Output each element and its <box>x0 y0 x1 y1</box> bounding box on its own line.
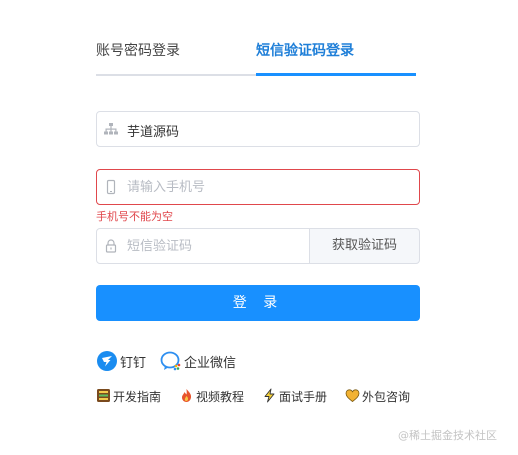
fire-icon <box>179 388 194 407</box>
interview-manual-label: 面试手册 <box>279 390 328 404</box>
book-icon <box>96 388 111 407</box>
dev-guide-label: 开发指南 <box>113 390 162 404</box>
wecom-label: 企业微信 <box>184 356 237 371</box>
phone-input[interactable] <box>127 170 397 204</box>
tab-sms-code[interactable]: 短信验证码登录 <box>256 40 354 60</box>
video-tutorial-label: 视频教程 <box>196 390 245 404</box>
login-tabs: 账号密码登录 短信验证码登录 <box>96 30 416 76</box>
phone-field[interactable] <box>96 169 420 205</box>
phone-error-message: 手机号不能为空 <box>96 210 173 223</box>
lightning-icon <box>262 388 277 407</box>
get-code-button[interactable]: 获取验证码 <box>309 228 420 264</box>
lock-icon <box>103 238 119 254</box>
login-button[interactable]: 登 录 <box>96 285 420 321</box>
sms-code-field[interactable] <box>96 228 310 264</box>
active-tab-indicator <box>256 73 416 76</box>
tenant-icon <box>103 121 119 137</box>
sms-code-input[interactable] <box>127 229 307 263</box>
tab-account-password[interactable]: 账号密码登录 <box>96 40 180 60</box>
heart-icon <box>345 388 360 407</box>
mobile-phone-icon <box>103 179 119 195</box>
tenant-field[interactable]: 芋道源码 <box>96 111 420 147</box>
tenant-value: 芋道源码 <box>127 125 180 140</box>
dingtalk-label: 钉钉 <box>120 356 147 371</box>
dingtalk-icon <box>96 350 118 376</box>
outsourcing-consult-label: 外包咨询 <box>362 390 411 404</box>
wecom-icon <box>160 350 182 376</box>
tab-underline <box>96 74 256 76</box>
watermark: @稀土掘金技术社区 <box>398 429 497 442</box>
